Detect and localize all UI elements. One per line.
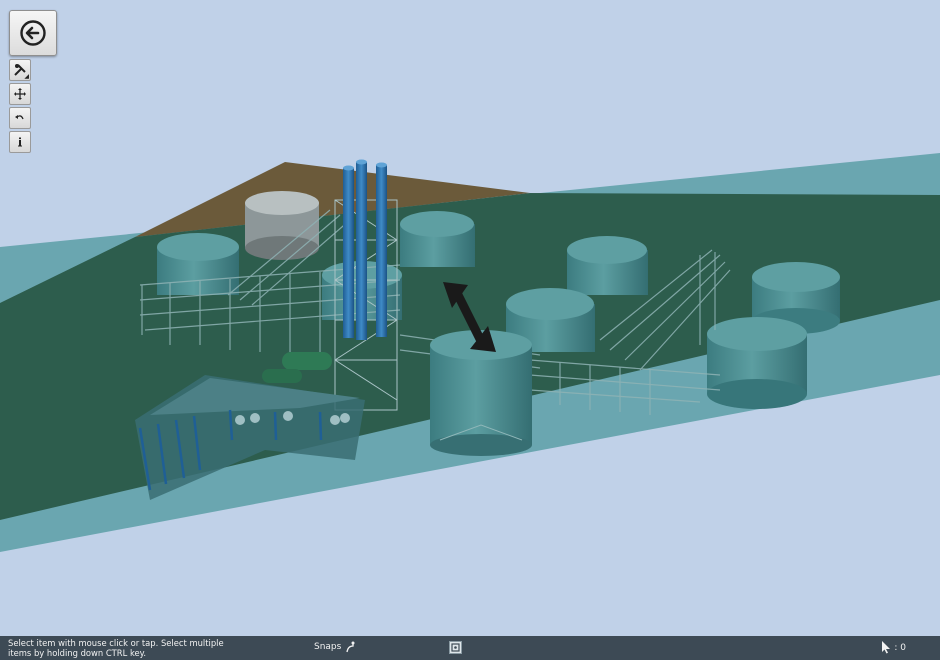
snap-icon — [346, 641, 355, 653]
back-button[interactable] — [9, 10, 57, 56]
exhaust-stack — [376, 162, 387, 337]
tools-button[interactable]: ◢ — [9, 59, 31, 81]
undo-button[interactable] — [9, 107, 31, 129]
move-icon — [14, 88, 26, 100]
status-bar: Select item with mouse click or tap. Sel… — [0, 636, 940, 660]
exhaust-stack — [356, 159, 367, 340]
storage-tank — [567, 236, 648, 295]
cursor-icon — [882, 641, 891, 654]
view-extents-icon[interactable] — [449, 641, 462, 654]
tool-palette: ◢ — [9, 59, 31, 155]
back-arrow-icon — [20, 20, 46, 46]
selection-count: : 0 — [894, 642, 906, 653]
storage-tank — [707, 317, 807, 409]
info-button[interactable] — [9, 131, 31, 153]
3d-viewport[interactable]: ◢ — [0, 0, 940, 636]
info-icon — [18, 137, 22, 147]
undo-icon — [15, 115, 24, 120]
selection-counter: : 0 — [881, 641, 906, 654]
exhaust-stack — [343, 165, 354, 338]
move-button[interactable] — [9, 83, 31, 105]
storage-tank — [157, 233, 239, 295]
snaps-toggle[interactable]: Snaps — [314, 641, 357, 653]
storage-tank — [400, 211, 475, 267]
snaps-label: Snaps — [314, 642, 342, 652]
submenu-indicator-icon: ◢ — [24, 73, 29, 80]
status-hint: Select item with mouse click or tap. Sel… — [8, 638, 224, 658]
plant-3d-scene[interactable] — [0, 0, 940, 636]
